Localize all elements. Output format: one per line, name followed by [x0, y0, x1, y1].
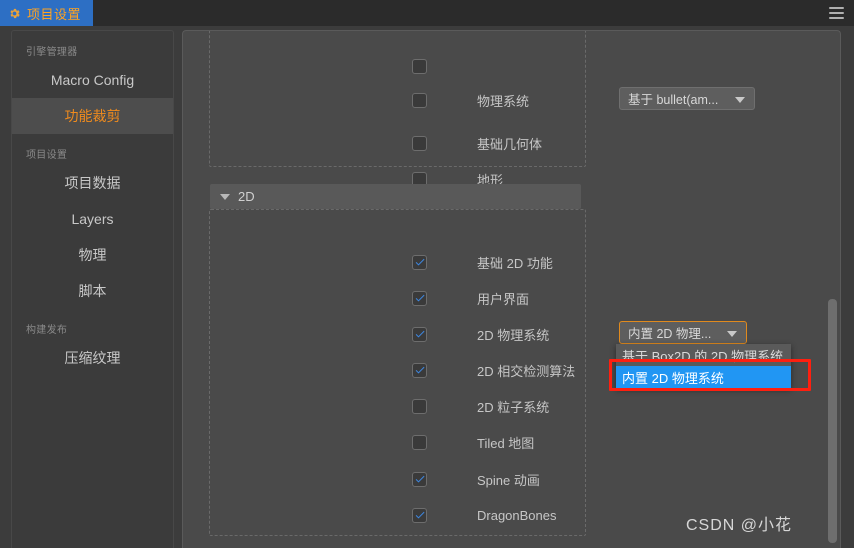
- checkbox-dragonbones[interactable]: [412, 507, 427, 523]
- checkbox-user-interface[interactable]: [412, 290, 427, 306]
- sidebar-item-physics[interactable]: 物理: [12, 237, 173, 273]
- sidebar-item-label: 功能裁剪: [64, 108, 121, 124]
- checkbox-physics-system[interactable]: [412, 92, 427, 108]
- sidebar-item-label: Macro Config: [50, 72, 135, 88]
- select-2d-physics-backend[interactable]: 内置 2D 物理...: [619, 321, 747, 344]
- sidebar: 引擎管理器 Macro Config 功能裁剪 项目设置 项目数据 Layers…: [11, 30, 174, 548]
- dropdown-option-label: 基于 Box2D 的 2D 物理系统: [622, 348, 784, 364]
- main-panel: 物理系统 基于 bullet(am... 基础几何体 地形 2D 基础 2D 功…: [182, 30, 841, 548]
- sidebar-item-compressed-texture[interactable]: 压缩纹理: [12, 340, 173, 376]
- gear-icon: [10, 8, 20, 18]
- settings-scroll-area: 物理系统 基于 bullet(am... 基础几何体 地形 2D 基础 2D 功…: [183, 31, 840, 548]
- sidebar-item-label: 物理: [78, 247, 107, 263]
- row-basic-geometry: 基础几何体: [392, 125, 772, 161]
- caret-down-icon: [220, 193, 230, 200]
- row-basic-2d: 基础 2D 功能: [392, 244, 772, 280]
- sidebar-group-title-build: 构建发布: [26, 325, 68, 336]
- chevron-down-icon: [727, 331, 737, 337]
- sidebar-item-script[interactable]: 脚本: [12, 273, 173, 309]
- label-2d-intersection: 2D 相交检测算法: [477, 363, 576, 379]
- label-2d-physics-system: 2D 物理系统: [477, 327, 550, 343]
- select-physics-backend[interactable]: 基于 bullet(am...: [619, 87, 755, 110]
- label-physics-system: 物理系统: [477, 93, 530, 109]
- label-basic-2d: 基础 2D 功能: [477, 255, 553, 271]
- vertical-scrollbar-thumb[interactable]: [828, 299, 837, 543]
- group-title-2d: 2D: [238, 189, 255, 204]
- chevron-down-icon: [735, 97, 745, 103]
- label-tiled-map: Tiled 地图: [477, 435, 535, 451]
- checkbox-partial-top[interactable]: [412, 59, 427, 74]
- tab-project-settings[interactable]: 项目设置: [0, 0, 94, 26]
- sidebar-group-title-engine: 引擎管理器: [26, 47, 78, 58]
- row-spine-animation: Spine 动画: [392, 461, 772, 497]
- dropdown-option-box2d[interactable]: 基于 Box2D 的 2D 物理系统: [616, 344, 791, 366]
- group-header-2d[interactable]: 2D: [210, 184, 581, 209]
- row-2d-particle: 2D 粒子系统: [392, 388, 772, 424]
- sidebar-group-title-project: 项目设置: [26, 150, 68, 161]
- label-dragonbones: DragonBones: [477, 507, 557, 523]
- sidebar-item-layers[interactable]: Layers: [12, 201, 173, 237]
- checkbox-tiled-map[interactable]: [412, 434, 427, 450]
- sidebar-item-label: 压缩纹理: [64, 350, 121, 366]
- label-user-interface: 用户界面: [477, 291, 530, 307]
- watermark: CSDN @小花: [685, 517, 792, 534]
- project-settings-window: 项目设置 引擎管理器 Macro Config 功能裁剪 项目设置 项目数据 L…: [0, 0, 854, 548]
- select-physics-backend-value: 基于 bullet(am...: [628, 93, 719, 107]
- sidebar-item-label: 脚本: [78, 283, 107, 299]
- tab-label: 项目设置: [27, 6, 82, 22]
- title-bar: 项目设置: [0, 0, 854, 26]
- dropdown-2d-physics-options[interactable]: 基于 Box2D 的 2D 物理系统 内置 2D 物理系统: [616, 344, 791, 388]
- checkbox-2d-physics-system[interactable]: [412, 326, 427, 342]
- sidebar-item-feature-cropping[interactable]: 功能裁剪: [12, 98, 173, 134]
- checkbox-basic-2d[interactable]: [412, 254, 427, 270]
- checkbox-2d-intersection[interactable]: [412, 362, 427, 378]
- row-tiled-map: Tiled 地图: [392, 424, 772, 460]
- label-basic-geometry: 基础几何体: [477, 136, 543, 152]
- checkbox-spine-animation[interactable]: [412, 471, 427, 487]
- dropdown-option-label: 内置 2D 物理系统: [622, 370, 724, 386]
- hamburger-menu-icon[interactable]: [829, 7, 844, 19]
- sidebar-item-label: 项目数据: [64, 175, 121, 191]
- sidebar-item-project-data[interactable]: 项目数据: [12, 165, 173, 201]
- label-2d-particle: 2D 粒子系统: [477, 399, 550, 415]
- label-spine-animation: Spine 动画: [477, 472, 540, 488]
- checkbox-basic-geometry[interactable]: [412, 135, 427, 151]
- row-user-interface: 用户界面: [392, 280, 772, 316]
- sidebar-item-label: Layers: [71, 211, 114, 227]
- select-2d-physics-backend-value: 内置 2D 物理...: [628, 327, 712, 341]
- sidebar-item-macro-config[interactable]: Macro Config: [12, 62, 173, 98]
- checkbox-2d-particle[interactable]: [412, 398, 427, 414]
- dropdown-option-builtin[interactable]: 内置 2D 物理系统: [616, 366, 791, 388]
